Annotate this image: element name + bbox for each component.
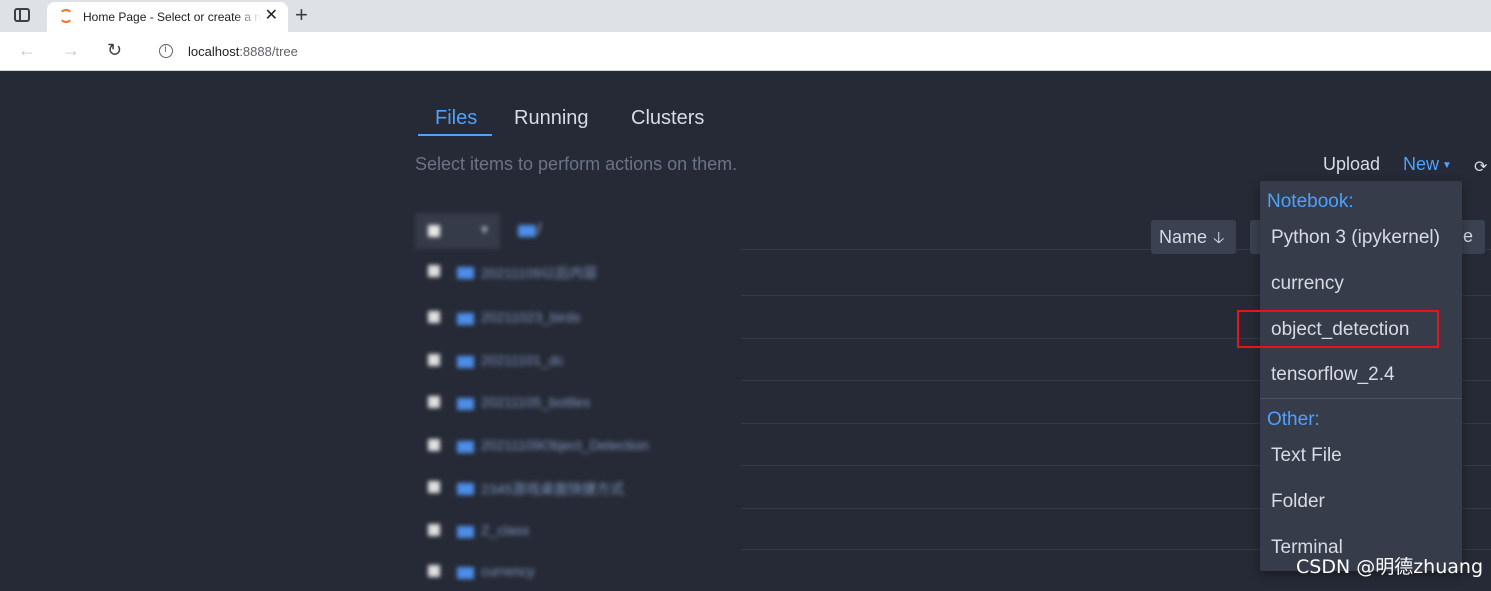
row-checkbox[interactable] bbox=[428, 439, 440, 451]
item-name[interactable]: 20211023_birds bbox=[481, 309, 580, 325]
menu-item-currency[interactable]: currency bbox=[1271, 273, 1344, 295]
item-name[interactable]: 20211109以后内容 bbox=[481, 263, 597, 283]
arrow-down-icon: 🡣 bbox=[1213, 230, 1225, 247]
forward-arrow-icon[interactable]: → bbox=[62, 40, 80, 60]
menu-item-text-file[interactable]: Text File bbox=[1271, 445, 1342, 467]
other-section-header: Other: bbox=[1267, 409, 1320, 430]
item-name[interactable]: currency bbox=[481, 563, 535, 579]
browser-tab[interactable]: Home Page - Select or create a notebook … bbox=[47, 2, 288, 32]
folder-icon bbox=[457, 567, 474, 579]
folder-icon bbox=[457, 356, 474, 368]
folder-icon bbox=[457, 398, 474, 410]
new-button-label: New bbox=[1403, 154, 1440, 174]
item-name[interactable]: 20211101_dc bbox=[481, 352, 564, 368]
row-checkbox[interactable] bbox=[428, 524, 440, 536]
folder-icon bbox=[457, 441, 474, 453]
menu-divider bbox=[1260, 398, 1462, 399]
browser-tab-strip: Home Page - Select or create a notebook … bbox=[0, 0, 1491, 32]
item-name[interactable]: 20211109Object_Detection bbox=[481, 437, 649, 453]
row-checkbox[interactable] bbox=[428, 565, 440, 577]
row-checkbox[interactable] bbox=[428, 396, 440, 408]
tab-search-icon[interactable] bbox=[14, 8, 30, 22]
item-name[interactable]: 20211105_bottles bbox=[481, 394, 590, 410]
menu-item-folder[interactable]: Folder bbox=[1271, 491, 1325, 513]
tab-clusters[interactable]: Clusters bbox=[631, 107, 704, 130]
row-checkbox[interactable] bbox=[428, 265, 440, 277]
sort-by-name-button[interactable]: Name 🡣 bbox=[1151, 220, 1236, 254]
active-tab-indicator bbox=[418, 134, 492, 136]
row-checkbox[interactable] bbox=[428, 311, 440, 323]
item-name[interactable]: 2345游戏桌面快捷方式 bbox=[481, 479, 624, 499]
new-dropdown-button[interactable]: New ▼ bbox=[1403, 154, 1452, 175]
row-checkbox[interactable] bbox=[428, 481, 440, 493]
notebook-section-header: Notebook: bbox=[1267, 191, 1354, 212]
tab-running[interactable]: Running bbox=[514, 107, 589, 130]
folder-icon[interactable] bbox=[518, 225, 536, 237]
annotation-highlight-box bbox=[1237, 310, 1439, 348]
new-tab-icon[interactable]: + bbox=[295, 4, 308, 26]
watermark: CSDN @明德zhuang bbox=[1296, 556, 1484, 578]
address-bar[interactable]: localhost:8888/tree bbox=[144, 36, 1491, 66]
url-text[interactable]: localhost:8888/tree bbox=[188, 44, 298, 59]
sort-label-partial: e bbox=[1462, 226, 1473, 246]
sort-label: Name bbox=[1159, 227, 1208, 247]
jupyter-favicon-icon bbox=[59, 9, 73, 23]
tab-title: Home Page - Select or create a notebook bbox=[83, 10, 261, 24]
browser-toolbar: ← → ↻ localhost:8888/tree bbox=[0, 32, 1491, 71]
menu-item-python3[interactable]: Python 3 (ipykernel) bbox=[1271, 227, 1440, 249]
folder-icon bbox=[457, 313, 474, 325]
folder-icon bbox=[457, 267, 474, 279]
new-dropdown-menu: Notebook: Python 3 (ipykernel) currency … bbox=[1260, 181, 1462, 571]
tab-files[interactable]: Files bbox=[435, 107, 477, 130]
close-icon[interactable]: ✕ bbox=[265, 8, 278, 24]
selection-hint: Select items to perform actions on them. bbox=[415, 154, 738, 174]
info-icon[interactable] bbox=[159, 44, 173, 58]
caret-down-icon: ▼ bbox=[1442, 160, 1452, 171]
breadcrumb-root[interactable]: / bbox=[537, 221, 541, 239]
reload-icon[interactable]: ↻ bbox=[107, 40, 122, 60]
folder-icon bbox=[457, 483, 474, 495]
back-arrow-icon[interactable]: ← bbox=[18, 40, 36, 60]
select-all-dropdown[interactable] bbox=[415, 213, 500, 249]
menu-item-tensorflow[interactable]: tensorflow_2.4 bbox=[1271, 364, 1395, 386]
row-checkbox[interactable] bbox=[428, 354, 440, 366]
refresh-icon[interactable]: ⟳ bbox=[1474, 157, 1487, 177]
folder-icon bbox=[457, 526, 474, 538]
item-name[interactable]: Z_class bbox=[481, 522, 529, 538]
upload-button[interactable]: Upload bbox=[1323, 154, 1380, 175]
